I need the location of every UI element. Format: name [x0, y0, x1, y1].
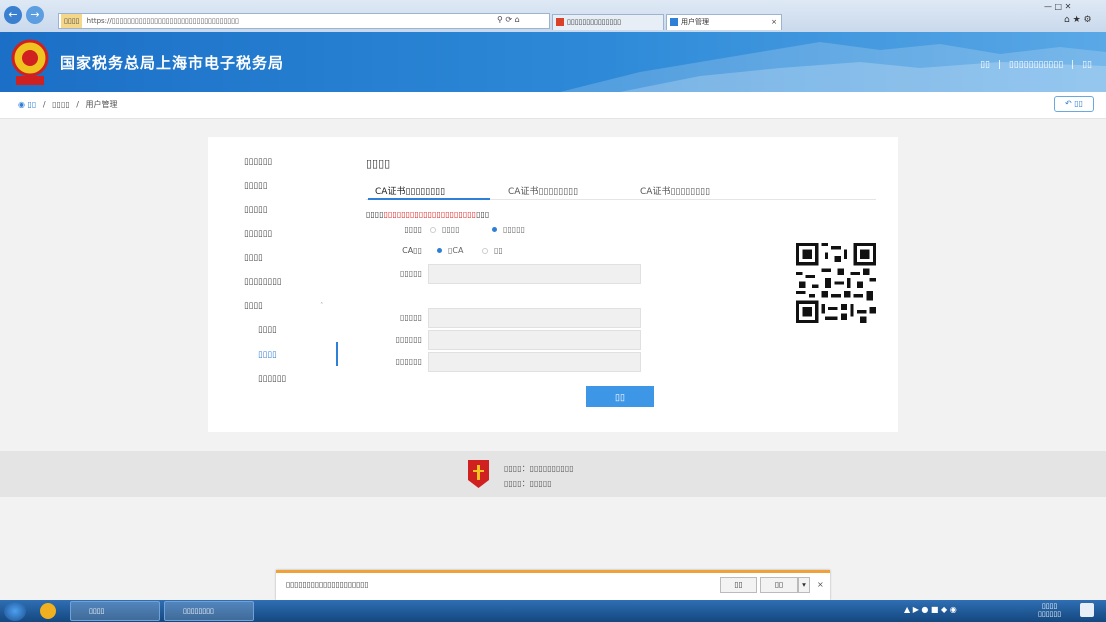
breadcrumb-home[interactable]: ▯▯	[28, 100, 37, 109]
notice-prefix: ▯▯▯▯	[366, 210, 384, 219]
sidebar-item[interactable]: ▯▯▯▯	[244, 253, 263, 263]
browser-tab-1[interactable]: ▯▯▯▯▯▯▯▯▯▯▯▯▯▯	[552, 14, 664, 30]
breadcrumb: ◉ ▯▯ / ▯▯▯▯ / 用户管理	[18, 100, 118, 109]
sidebar-item[interactable]: ▯▯▯▯▯	[244, 205, 267, 215]
radio-label: ▯▯	[494, 246, 503, 255]
system-tray-icons[interactable]: ▲ ▶ ● ■ ◆ ◉	[904, 605, 957, 614]
address-bar[interactable]: ▯▯▯▯ https://▯▯▯▯▯▯▯▯▯▯▯▯▯▯▯▯▯▯▯▯▯▯▯▯▯▯▯…	[58, 13, 550, 29]
text-field[interactable]	[428, 330, 641, 350]
field-label: ▯▯▯▯▯▯	[395, 335, 422, 344]
return-icon: ↶	[1064, 99, 1072, 108]
tab-favicon-icon	[670, 18, 678, 26]
sidebar-item-user-management[interactable]: ▯▯▯▯	[244, 301, 263, 311]
site-title: 国家税务总局上海市电子税务局	[60, 54, 285, 72]
page-footer	[0, 451, 1106, 497]
breadcrumb-item: 用户管理	[85, 100, 118, 109]
tab-label: ▯▯▯▯▯▯▯▯▯▯▯▯▯▯	[567, 18, 621, 26]
header-link-logout[interactable]: ▯▯	[1082, 60, 1092, 70]
location-pin-icon: ◉	[18, 100, 25, 109]
radio-on-icon	[492, 227, 497, 232]
breadcrumb-item[interactable]: ▯▯▯▯	[52, 100, 70, 109]
radio-on-icon	[437, 248, 442, 253]
cert-type-radio-1[interactable]: ▯▯▯▯	[430, 225, 460, 234]
header-links: ▯▯ | ▯▯▯▯▯▯▯▯▯▯▯ | ▯▯	[980, 60, 1092, 70]
qr-code	[796, 243, 876, 323]
page-title: ▯▯▯▯	[366, 157, 391, 170]
field-label: ▯▯▯▯▯	[399, 313, 422, 322]
tax-bureau-emblem	[11, 39, 49, 85]
sidebar-item[interactable]: ▯▯▯▯▯	[244, 181, 267, 191]
notice-suffix: ▯▯▯	[476, 210, 490, 219]
radio-label: ▯▯▯▯	[442, 225, 460, 234]
footer-emblem	[468, 460, 489, 488]
taskbar-item-app[interactable]: ▯▯▯▯▯▯▯▯	[164, 601, 254, 621]
browser-tab-2[interactable]: 用户管理 ×	[666, 14, 782, 30]
cert-type-label: ▯▯▯▯	[404, 225, 422, 234]
address-tools-icon[interactable]: ⚲ ⟳ ⌂	[497, 15, 520, 24]
taskbar-app-icon[interactable]	[40, 603, 56, 619]
tab-ca-cert-3[interactable]: CA证书▯▯▯▯▯▯▯▯	[640, 184, 710, 197]
field-label: ▯▯▯▯▯	[399, 269, 422, 278]
sidebar-subitem[interactable]: ▯▯▯▯▯▯	[258, 374, 286, 384]
text-field[interactable]	[428, 308, 641, 328]
footer-line-2: ▯▯▯▯：▯▯▯▯▯	[504, 479, 552, 488]
download-message: ▯▯▯▯▯▯▯▯▯▯▯▯▯▯▯▯▯▯▯▯	[286, 580, 369, 589]
tab-close-icon[interactable]: ×	[771, 15, 777, 30]
text-field[interactable]	[428, 352, 641, 372]
window-controls[interactable]: — □ ✕	[1044, 2, 1071, 11]
notification-icon[interactable]	[1080, 603, 1094, 617]
tab-label: 用户管理	[681, 18, 709, 26]
browser-tools-icon[interactable]: ⌂ ★ ⚙	[1064, 15, 1092, 25]
radio-label: ▯CA	[448, 246, 464, 255]
back-arrow-icon[interactable]: ←	[4, 6, 22, 24]
header-link-company[interactable]: ▯▯▯▯▯▯▯▯▯▯▯	[1009, 60, 1063, 70]
radio-off-icon	[482, 247, 488, 254]
ca-radio-1[interactable]: ▯CA	[437, 246, 463, 255]
cert-type-radio-2[interactable]: ▯▯▯▯▯	[492, 225, 525, 234]
content-card	[208, 137, 898, 432]
sidebar-item[interactable]: ▯▯▯▯▯▯	[244, 157, 272, 167]
sidebar-active-indicator	[336, 342, 338, 366]
back-button-label: ▯▯	[1074, 99, 1084, 108]
submit-button[interactable]: ▯▯	[586, 386, 654, 407]
sidebar-item[interactable]: ▯▯▯▯▯▯	[244, 229, 272, 239]
save-button[interactable]: ▯▯	[760, 577, 798, 593]
taskbar-clock[interactable]: ▯▯▯▯ ▯▯▯▯▯▯	[1038, 602, 1061, 618]
forward-arrow-icon[interactable]: →	[26, 6, 44, 24]
breadcrumb-bar	[0, 92, 1106, 119]
open-button[interactable]: ▯▯	[720, 577, 757, 593]
sidebar-subitem-active[interactable]: ▯▯▯▯	[258, 350, 277, 360]
sidebar-item[interactable]: ▯▯▯▯▯▯▯▯	[244, 277, 281, 287]
start-button-icon[interactable]	[4, 601, 26, 621]
taskbar-item-browser[interactable]: ▯▯▯▯	[70, 601, 160, 621]
address-chip: ▯▯▯▯	[61, 14, 83, 28]
address-url: https://▯▯▯▯▯▯▯▯▯▯▯▯▯▯▯▯▯▯▯▯▯▯▯▯▯▯▯▯▯▯▯▯…	[86, 17, 239, 25]
notice-text: ▯▯▯▯▯▯▯▯▯▯▯▯▯▯▯▯▯▯▯▯▯▯▯▯▯▯▯▯	[366, 210, 489, 219]
radio-label: ▯▯▯▯▯	[503, 225, 526, 234]
notice-red: ▯▯▯▯▯▯▯▯▯▯▯▯▯▯▯▯▯▯▯▯▯	[383, 210, 477, 219]
chevron-up-icon[interactable]: ˆ	[320, 302, 324, 310]
active-tab-underline	[368, 198, 490, 200]
tab-ca-cert-2[interactable]: CA证书▯▯▯▯▯▯▯▯	[508, 184, 578, 197]
text-field[interactable]	[428, 264, 641, 284]
field-label: ▯▯▯▯▯▯	[395, 357, 422, 366]
clock-date: ▯▯▯▯▯▯	[1038, 610, 1062, 618]
tab-ca-cert-1[interactable]: CA证书▯▯▯▯▯▯▯▯	[375, 184, 445, 197]
ca-label: CA▯▯	[402, 246, 422, 255]
header-link-home[interactable]: ▯▯	[980, 60, 990, 70]
tab-favicon-icon	[556, 18, 564, 26]
radio-off-icon	[430, 226, 436, 233]
save-dropdown-icon[interactable]: ▾	[798, 577, 810, 593]
footer-line-1: ▯▯▯▯：▯▯▯▯▯▯▯▯▯▯	[504, 464, 574, 473]
ca-radio-2[interactable]: ▯▯	[482, 246, 503, 255]
close-icon[interactable]: ×	[817, 580, 824, 589]
sidebar-subitem[interactable]: ▯▯▯▯	[258, 325, 277, 335]
back-button[interactable]: ↶ ▯▯	[1054, 96, 1094, 112]
clock-time: ▯▯▯▯	[1041, 602, 1058, 610]
